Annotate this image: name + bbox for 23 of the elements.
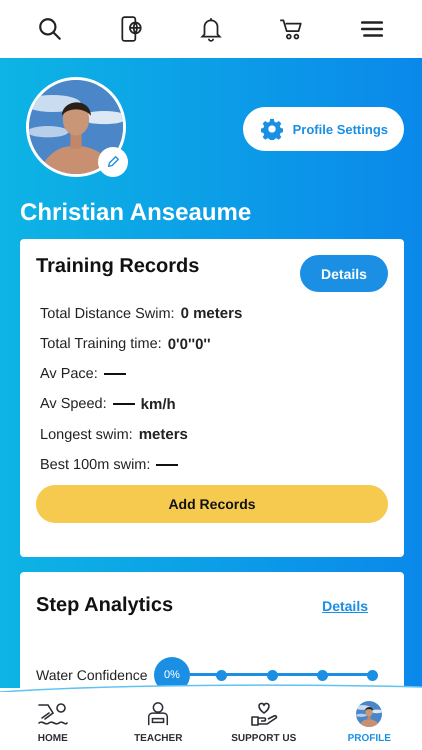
user-name: Christian Anseaume (20, 199, 252, 227)
record-value: 0'0''0'' (168, 336, 211, 353)
card-title: Step Analytics (36, 594, 174, 617)
search-icon[interactable] (37, 16, 64, 42)
empty-value-dash (156, 464, 178, 466)
record-label: Av Speed: (40, 396, 107, 412)
step-label: Water Confidence (36, 667, 149, 683)
record-label: Total Distance Swim: (40, 306, 175, 322)
record-value: 0 meters (180, 305, 242, 322)
edit-button[interactable] (98, 147, 128, 177)
record-value: meters (138, 426, 188, 444)
bell-icon[interactable] (198, 16, 224, 42)
card-title: Training Records (36, 255, 200, 278)
empty-value-dash (112, 403, 135, 406)
record-label: Total Training time: (40, 336, 162, 352)
record-label: Longest swim: (40, 426, 133, 443)
settings-icon (260, 118, 283, 140)
record-label: Best 100m swim: (40, 456, 150, 473)
record-label: Av Pace: (40, 366, 98, 382)
add-records-button[interactable]: Add Records (36, 484, 388, 523)
record-value: km/h (140, 396, 176, 413)
pencil-icon (106, 155, 120, 169)
empty-value-dash (104, 373, 126, 376)
